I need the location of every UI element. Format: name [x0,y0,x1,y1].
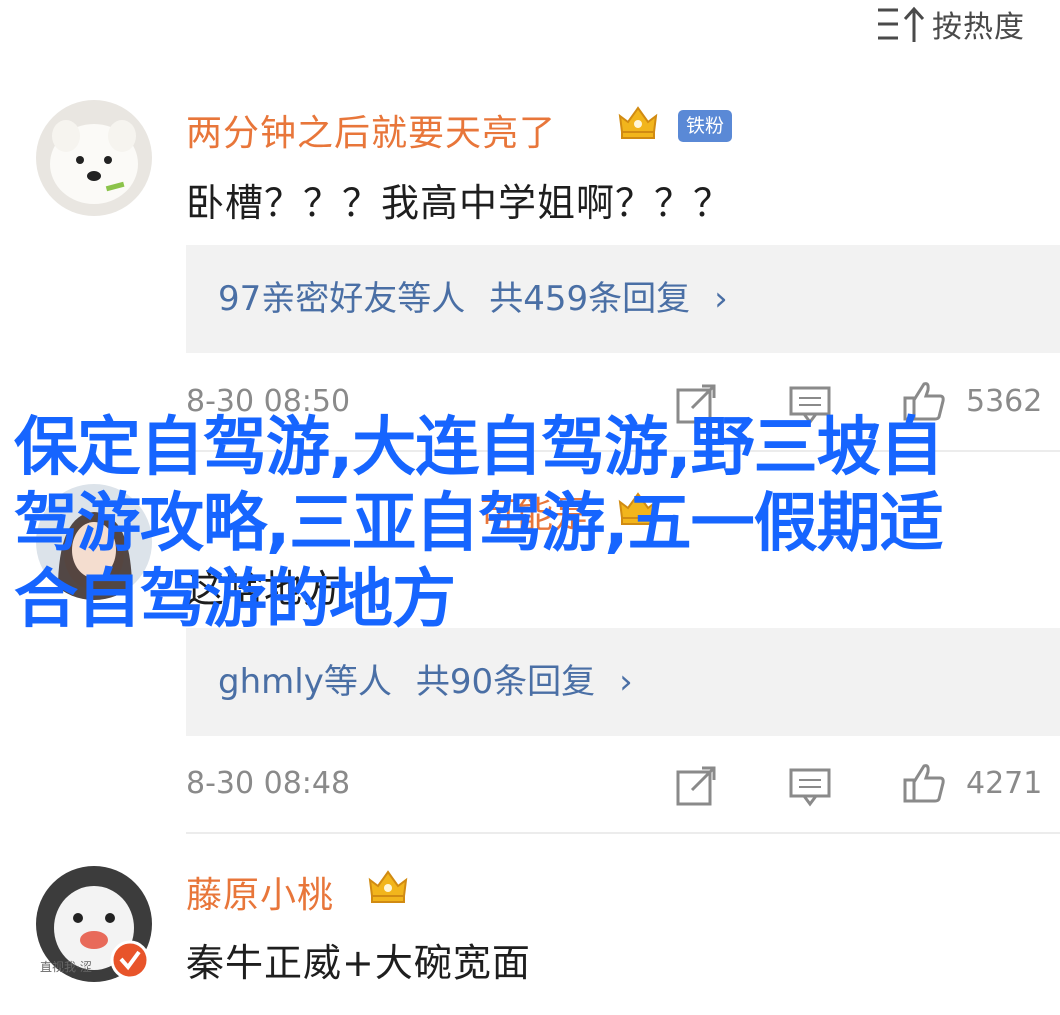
reply-names: ghmly等人 [218,662,392,702]
overlay-title: 保定自驾游,大连自驾游,野三坡自驾游攻略,三亚自驾游,五一假期适合自驾游的地方 [14,411,944,637]
comment-username[interactable]: 藤原小桃 [186,866,334,918]
avatar-caption: 直视我·涩 [40,960,92,974]
reply-names: 97亲密好友等人 [218,279,466,319]
comment-text: 卧槽？？？我高中学姐啊？？？ [186,181,733,225]
share-icon[interactable] [674,764,718,808]
like-count: 5362 [966,384,1043,419]
crown-icon [618,106,658,139]
verified-badge-icon [110,940,150,980]
dog-avatar-icon [36,100,152,216]
replies-box[interactable]: ghmly等人 共90条回复 › [186,628,1060,736]
reply-count: 共90条回复 [415,662,596,702]
comment-username[interactable]: 两分钟之后就要天亮了 [186,104,556,156]
sort-label: 按热度 [932,10,1025,45]
chevron-right-icon: › [619,662,633,702]
sort-by-hot-button[interactable]: 按热度 [874,4,1025,45]
like-icon[interactable] [902,760,946,804]
chevron-right-icon: › [714,279,728,319]
comment-icon[interactable] [788,764,832,808]
avatar[interactable] [36,100,152,216]
sort-icon [878,6,925,42]
divider [186,832,1060,834]
replies-box[interactable]: 97亲密好友等人 共459条回复 › [186,245,1060,353]
fan-badge: 铁粉 [678,110,733,142]
comment-time: 8-30 08:48 [186,766,351,801]
like-count: 4271 [966,766,1043,801]
crown-icon [368,870,408,903]
comment-text: 秦牛正威+大碗宽面 [186,941,531,985]
reply-count: 共459条回复 [489,279,691,319]
